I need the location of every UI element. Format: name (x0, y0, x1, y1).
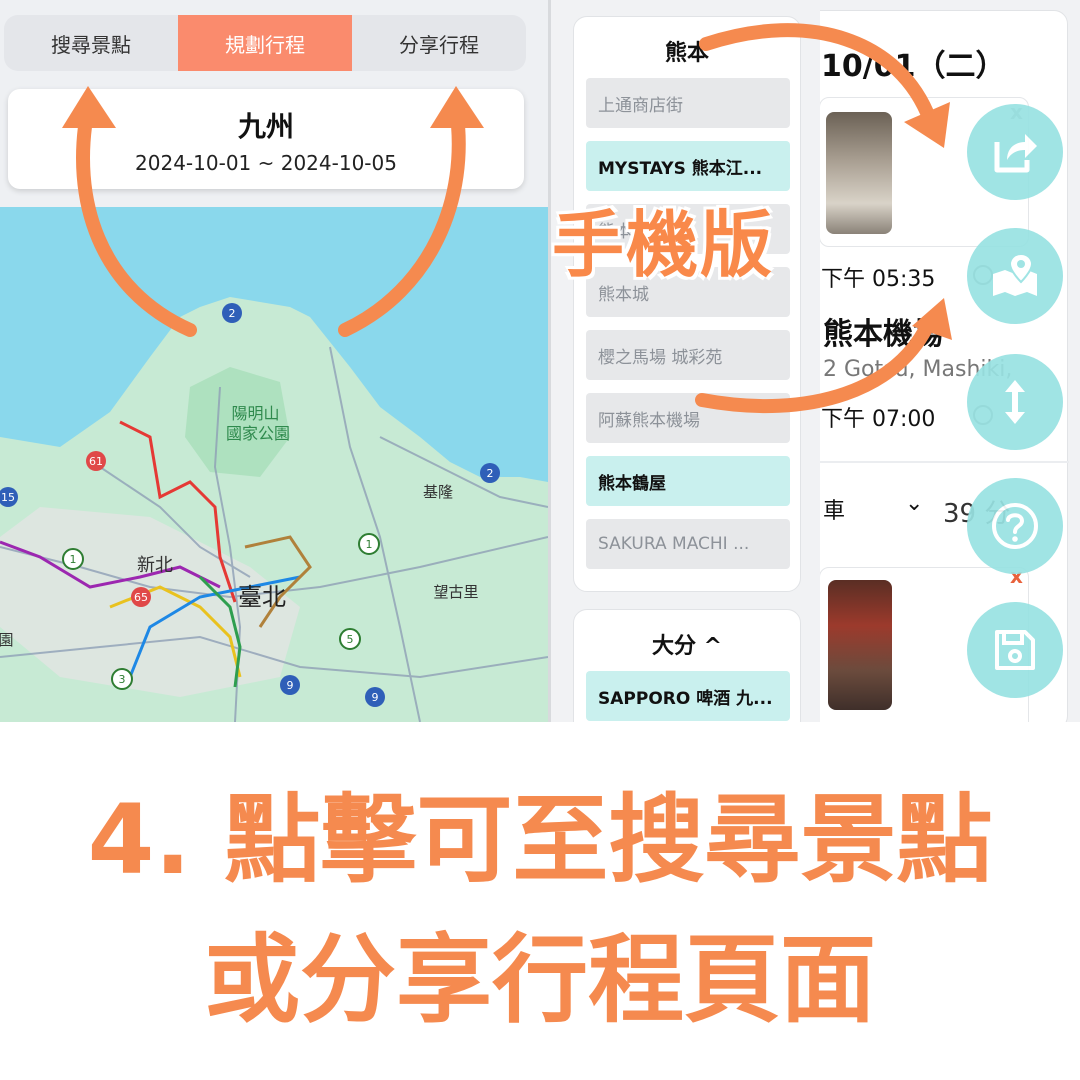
tab-plan-itinerary[interactable]: 規劃行程 (178, 15, 352, 71)
tab-search-attractions[interactable]: 搜尋景點 (4, 15, 178, 71)
place-item[interactable]: 上通商店街 (586, 78, 790, 128)
svg-text:2: 2 (229, 307, 236, 320)
route-badge: 3 (111, 668, 133, 690)
place-item[interactable]: SAKURA MACHI ... (586, 519, 790, 569)
place-item[interactable]: SAPPORO 啤酒 九... (586, 671, 790, 721)
map-label-wangguli: 望古里 (433, 583, 478, 601)
reorder-button[interactable] (967, 354, 1063, 450)
route-badge: 61 (86, 451, 106, 471)
share-button[interactable] (967, 104, 1063, 200)
region-card-oita: 大分 ^ SAPPORO 啤酒 九... (573, 609, 801, 722)
save-button[interactable] (967, 602, 1063, 698)
help-icon (992, 503, 1038, 549)
svg-text:1: 1 (366, 538, 373, 551)
save-icon (995, 630, 1035, 670)
caption-line-1: 4. 點擊可至搜尋景點 (87, 784, 993, 896)
web-view-panel: 搜尋景點 規劃行程 分享行程 九州 2024-10-01 ~ 2024-10-0… (0, 0, 548, 722)
mobile-itinerary-panel: 10/01（二） 下午 05:35 熊本機場 2 Gotsu, Mashiki,… (820, 0, 1080, 722)
tab-bar: 搜尋景點 規劃行程 分享行程 (4, 15, 526, 71)
place-item[interactable]: 櫻之馬場 城彩苑 (586, 330, 790, 380)
route-badge: 9 (365, 687, 385, 707)
trip-card: 九州 2024-10-01 ~ 2024-10-05 (8, 89, 524, 189)
caption-line-2: 或分享行程頁面 (204, 924, 876, 1036)
place-photo (828, 580, 892, 710)
region-card-kumamoto: 熊本 上通商店街 MYSTAYS 熊本江... 熊本 熊本城 櫻之馬場 城彩苑 … (573, 16, 801, 592)
chevron-down-icon[interactable]: ⌄ (905, 491, 923, 516)
start-time[interactable]: 下午 05:35 (821, 261, 935, 293)
map-button[interactable] (967, 228, 1063, 324)
place-item[interactable]: 阿蘇熊本機場 (586, 393, 790, 443)
day-title: 10/01（二） (821, 49, 1006, 84)
divider (820, 461, 1069, 463)
svg-text:65: 65 (134, 591, 148, 604)
svg-text:9: 9 (287, 679, 294, 692)
map-label-taipei: 臺北 (238, 583, 286, 611)
route-badge: 2 (222, 303, 242, 323)
end-time[interactable]: 下午 07:00 (821, 401, 935, 433)
mobile-places-panel: 熊本 上通商店街 MYSTAYS 熊本江... 熊本 熊本城 櫻之馬場 城彩苑 … (548, 0, 820, 722)
map-label-yuan: 園 (0, 631, 14, 649)
route-badge: 65 (131, 587, 151, 607)
region-title[interactable]: 熊本 (574, 17, 800, 77)
svg-text:15: 15 (1, 491, 15, 504)
trip-title: 九州 (237, 110, 294, 143)
place-item[interactable]: MYSTAYS 熊本江... (586, 141, 790, 191)
svg-text:2: 2 (487, 467, 494, 480)
route-badge: 1 (358, 533, 380, 555)
route-badge: 5 (339, 628, 361, 650)
share-icon (994, 134, 1037, 173)
help-button[interactable] (967, 478, 1063, 574)
trip-dates: 2024-10-01 ~ 2024-10-05 (135, 151, 397, 175)
map-label-keelung: 基隆 (423, 483, 453, 501)
tab-share-itinerary[interactable]: 分享行程 (352, 15, 526, 71)
svg-text:9: 9 (372, 691, 379, 704)
svg-text:61: 61 (89, 455, 103, 468)
map-label-newtaipei: 新北 (137, 555, 173, 576)
map-icon (993, 252, 1037, 296)
route-badge: 9 (280, 675, 300, 695)
mobile-version-label: 手機版 (552, 203, 775, 287)
region-title[interactable]: 大分 ^ (574, 610, 800, 670)
reorder-icon (1005, 380, 1025, 424)
transport-mode[interactable]: 車 (823, 493, 845, 525)
map[interactable]: 陽明山 國家公園 新北 臺北 基隆 望古里 園 261151652153 99 (0, 207, 548, 722)
map-label-park: 陽明山 國家公園 (226, 404, 290, 443)
route-badge: 1 (62, 548, 84, 570)
caption: 4. 點擊可至搜尋景點 或分享行程頁面 (0, 770, 1080, 1050)
svg-text:5: 5 (347, 633, 354, 646)
place-name: 熊本機場 (823, 317, 943, 352)
place-item[interactable]: 熊本鶴屋 (586, 456, 790, 506)
route-badge: 2 (480, 463, 500, 483)
place-photo (826, 112, 892, 234)
svg-text:1: 1 (70, 553, 77, 566)
svg-text:3: 3 (119, 673, 126, 686)
